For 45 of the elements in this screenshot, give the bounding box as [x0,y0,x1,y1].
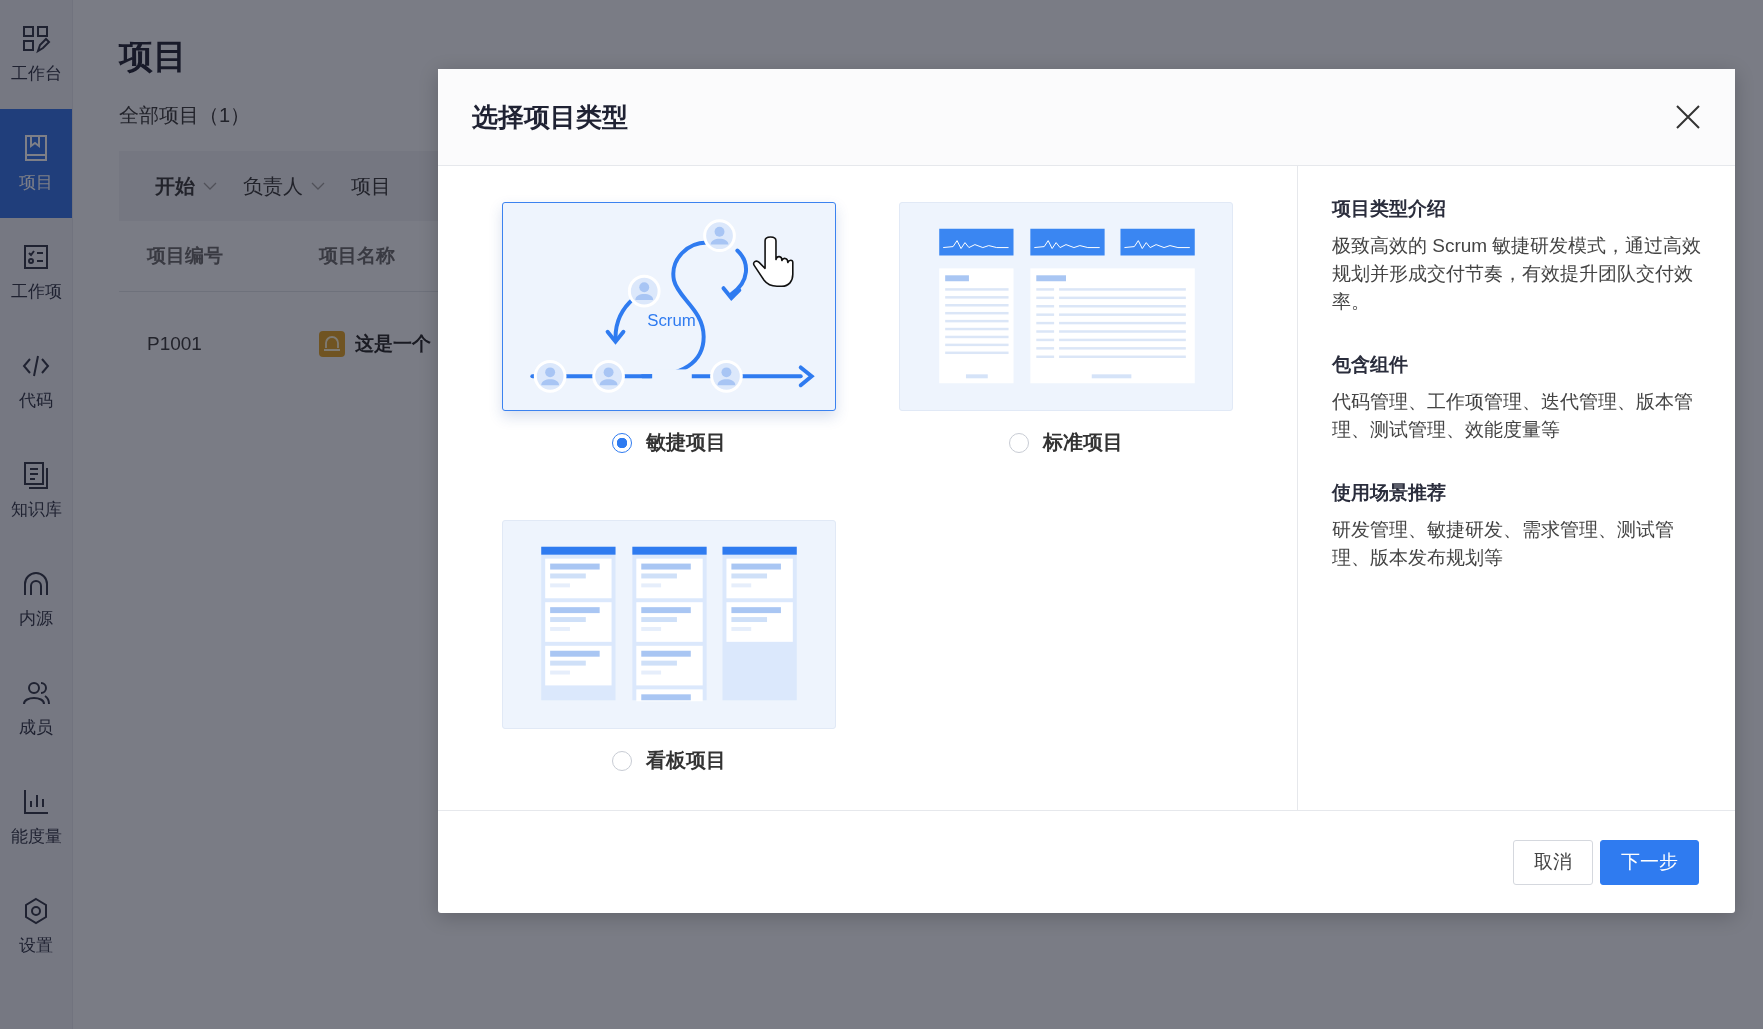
radio-button[interactable] [1009,432,1029,453]
chevron-down-icon [311,182,325,190]
bar-chart-icon [21,787,51,817]
section-text: 研发管理、敏捷研发、需求管理、测试管理、版本发布规划等 [1332,518,1675,570]
radio-button[interactable] [612,750,632,771]
nav-item[interactable]: 代码 [0,327,72,436]
nav-item[interactable]: 知识库 [0,436,72,545]
hand-cursor-icon [752,236,794,287]
nav-item[interactable]: 设置 [0,872,72,981]
project-type-card[interactable] [899,202,1233,411]
nav-item[interactable]: 项目 [0,109,72,218]
section-heading: 包含组件 [1332,353,1409,377]
column-header: 项目名称 [319,244,395,268]
radio-button[interactable] [612,432,632,453]
option-label: 看板项目 [646,748,726,773]
option-label: 敏捷项目 [646,430,726,455]
column-header: 项目编号 [147,244,224,268]
next-button[interactable]: 下一步 [1600,839,1699,885]
cancel-button[interactable]: 取消 [1513,839,1593,885]
dialog-title: 选择项目类型 [472,100,628,134]
table-cell-text: 这是一个 [355,332,431,356]
nav-item[interactable]: 工作台 [0,0,72,109]
workbench-icon [21,24,51,54]
filter-dropdown[interactable]: 开始 [151,172,221,200]
option-label: 标准项目 [1043,430,1123,455]
filter-dropdown[interactable]: 项目 [347,172,395,200]
page-title: 项目 [119,36,188,77]
nav-item[interactable]: 成员 [0,654,72,763]
document-icon [21,460,51,490]
checklist-icon [21,242,51,272]
project-type-card[interactable]: Scrum [502,202,836,411]
nav-item[interactable]: 内源 [0,545,72,654]
diagram-label: Scrum [647,310,696,330]
section-text: 代码管理、工作项管理、迭代管理、版本管理、测试管理、效能度量等 [1332,390,1694,442]
filter-dropdown[interactable]: 负责人 [239,172,329,200]
section-text: 极致高效的 Scrum 敏捷研发模式，通过高效规划并形成交付节奏，有效提升团队交付效率。 [1332,234,1702,314]
nav-item[interactable]: 能度量 [0,763,72,872]
nav-item[interactable]: 工作项 [0,218,72,327]
project-type-card[interactable] [502,520,836,729]
section-heading: 使用场景推荐 [1332,481,1447,505]
table-cell-text: P1001 [147,333,203,355]
section-heading: 项目类型介绍 [1332,197,1447,221]
chevron-down-icon [203,182,217,190]
project-icon [319,331,345,357]
project-count: 全部项目（1） [119,103,252,128]
